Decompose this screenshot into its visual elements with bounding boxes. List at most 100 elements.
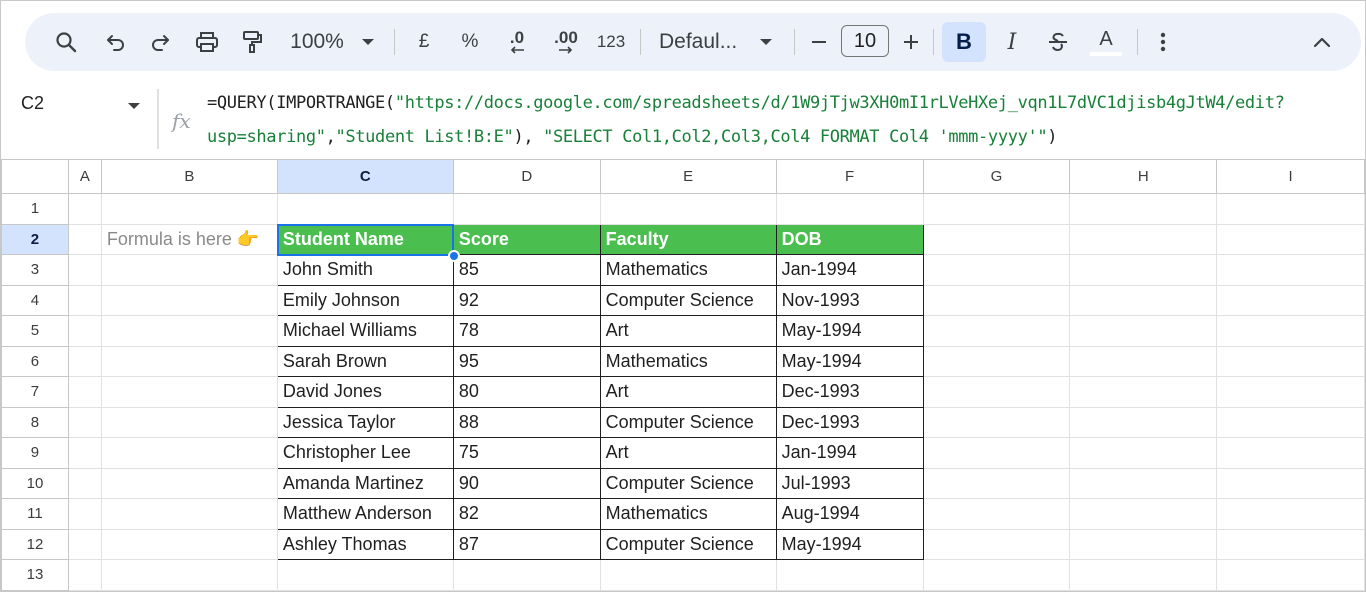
zoom-value[interactable]: 100% [287,13,347,71]
font-size-input[interactable]: 10 [841,25,889,57]
cell-h9[interactable] [1069,437,1218,469]
paint-format-icon[interactable] [237,13,267,71]
row-header-3[interactable]: 3 [1,254,69,286]
cell-a2[interactable] [67,223,102,255]
cell-h2[interactable] [1069,223,1218,255]
table-cell[interactable]: Sarah Brown [276,345,454,377]
print-icon[interactable] [191,13,223,71]
cell-e13[interactable] [599,559,777,591]
cell-a10[interactable] [67,467,102,499]
cell-i11[interactable] [1216,498,1365,530]
column-header-a[interactable]: A [67,159,102,194]
number-format-button[interactable]: 123 [595,13,627,71]
table-cell[interactable]: 82 [452,498,601,530]
chevron-down-icon[interactable] [357,13,379,71]
table-cell[interactable]: Computer Science [599,284,777,316]
cell-b5[interactable] [100,315,278,347]
cell-h12[interactable] [1069,528,1218,560]
cell-g1[interactable] [922,193,1071,225]
table-cell[interactable]: Amanda Martinez [276,467,454,499]
cell-c1[interactable] [276,193,454,225]
column-header-e[interactable]: E [599,159,777,194]
table-cell[interactable]: 88 [452,406,601,438]
cell-b11[interactable] [100,498,278,530]
cell-b13[interactable] [100,559,278,591]
cell-b7[interactable] [100,376,278,408]
cell-a13[interactable] [67,559,102,591]
cell-g5[interactable] [922,315,1071,347]
table-cell[interactable]: May-1994 [775,345,924,377]
table-cell[interactable]: 92 [452,284,601,316]
row-header-8[interactable]: 8 [1,406,69,438]
row-header-2[interactable]: 2 [1,223,69,255]
table-cell[interactable]: Michael Williams [276,315,454,347]
table-cell[interactable]: May-1994 [775,528,924,560]
table-header-cell[interactable]: Score [452,223,601,255]
cell-i1[interactable] [1216,193,1365,225]
cell-a9[interactable] [67,437,102,469]
table-cell[interactable]: Dec-1993 [775,376,924,408]
name-box[interactable]: C2 [21,93,44,114]
cell-c13[interactable] [276,559,454,591]
formula-note[interactable]: Formula is here 👉 [100,223,278,255]
table-cell[interactable]: Emily Johnson [276,284,454,316]
cell-f13[interactable] [775,559,924,591]
table-cell[interactable]: Dec-1993 [775,406,924,438]
cell-i13[interactable] [1216,559,1365,591]
column-header-c[interactable]: C [276,159,454,194]
font-select[interactable]: Defaul... [659,13,743,71]
table-cell[interactable]: Aug-1994 [775,498,924,530]
cell-e1[interactable] [599,193,777,225]
column-header-f[interactable]: F [775,159,924,194]
table-cell[interactable]: Art [599,437,777,469]
cell-g3[interactable] [922,254,1071,286]
cell-g11[interactable] [922,498,1071,530]
cell-a11[interactable] [67,498,102,530]
cell-a8[interactable] [67,406,102,438]
row-header-6[interactable]: 6 [1,345,69,377]
cell-a7[interactable] [67,376,102,408]
cell-i3[interactable] [1216,254,1365,286]
redo-icon[interactable] [145,13,175,71]
table-cell[interactable]: Mathematics [599,498,777,530]
table-header-cell[interactable]: Student Name [276,223,454,255]
cell-b9[interactable] [100,437,278,469]
cell-g12[interactable] [922,528,1071,560]
cell-b3[interactable] [100,254,278,286]
chevron-down-icon[interactable] [755,13,777,71]
table-cell[interactable]: 78 [452,315,601,347]
cell-a3[interactable] [67,254,102,286]
table-cell[interactable]: Mathematics [599,254,777,286]
cell-b8[interactable] [100,406,278,438]
cell-i10[interactable] [1216,467,1365,499]
cell-i5[interactable] [1216,315,1365,347]
cell-g7[interactable] [922,376,1071,408]
row-header-12[interactable]: 12 [1,528,69,560]
search-icon[interactable] [51,13,81,71]
table-header-cell[interactable]: DOB [775,223,924,255]
table-header-cell[interactable]: Faculty [599,223,777,255]
table-cell[interactable]: Computer Science [599,406,777,438]
select-all-corner[interactable] [1,159,69,194]
cell-d1[interactable] [452,193,601,225]
table-cell[interactable]: 95 [452,345,601,377]
cell-g4[interactable] [922,284,1071,316]
cell-i8[interactable] [1216,406,1365,438]
table-cell[interactable]: Nov-1993 [775,284,924,316]
table-cell[interactable]: 80 [452,376,601,408]
cell-h7[interactable] [1069,376,1218,408]
cell-h13[interactable] [1069,559,1218,591]
cell-g9[interactable] [922,437,1071,469]
cell-a1[interactable] [67,193,102,225]
column-header-d[interactable]: D [452,159,601,194]
table-cell[interactable]: Jan-1994 [775,254,924,286]
cell-i7[interactable] [1216,376,1365,408]
column-header-b[interactable]: B [100,159,278,194]
cell-a6[interactable] [67,345,102,377]
column-header-i[interactable]: I [1216,159,1365,194]
table-cell[interactable]: Ashley Thomas [276,528,454,560]
cell-i4[interactable] [1216,284,1365,316]
cell-a5[interactable] [67,315,102,347]
cell-a4[interactable] [67,284,102,316]
table-cell[interactable]: Matthew Anderson [276,498,454,530]
